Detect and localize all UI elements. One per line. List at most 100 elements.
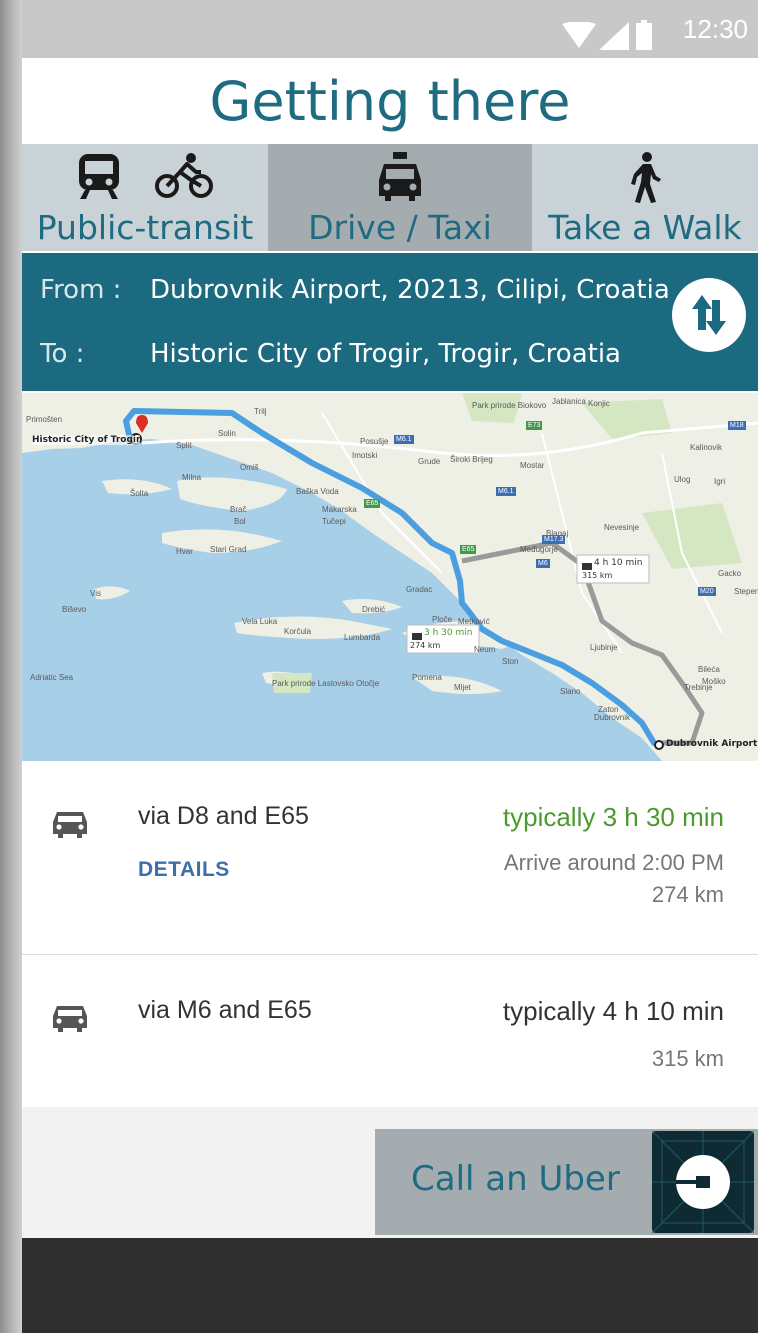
map-place-label: Ljubinje xyxy=(590,643,618,652)
map-place-label: Brač xyxy=(230,505,247,514)
walking-person-icon xyxy=(631,152,661,203)
map-place-label: Šolta xyxy=(130,489,149,498)
car-icon xyxy=(53,1006,87,1032)
map-road-label: E65 xyxy=(460,545,477,554)
map-place-label: Stari Grad xyxy=(210,545,247,554)
tab-drive-taxi-label: Drive / Taxi xyxy=(308,208,492,247)
route-1-details-link[interactable]: DETAILS xyxy=(138,858,230,882)
map-place-label: Gacko xyxy=(718,569,742,578)
map-place-label: Bol xyxy=(234,517,246,526)
map-place-label: Hvar xyxy=(176,547,193,556)
route-option-1[interactable]: via D8 and E65 DETAILS typically 3 h 30 … xyxy=(22,762,758,955)
map-route-1-distance: 274 km xyxy=(410,641,441,650)
route-1-duration: typically 3 h 30 min xyxy=(502,802,724,832)
map-road-label: M6 xyxy=(536,559,550,568)
map-place-label: Bileća xyxy=(698,665,720,674)
map-place-label: Gradac xyxy=(406,585,433,594)
map-place-label: Ston xyxy=(502,657,519,666)
to-location[interactable]: Historic City of Trogir, Trogir, Croatia xyxy=(150,339,621,369)
call-uber-label: Call an Uber xyxy=(411,1159,620,1199)
tab-take-a-walk-label: Take a Walk xyxy=(548,208,742,247)
map-place-label: Mljet xyxy=(454,683,471,692)
map-place-label: Milna xyxy=(182,473,202,482)
page-title: Getting there xyxy=(209,70,571,133)
map-place-label: Trilj xyxy=(254,407,267,416)
map-place-label: Omiš xyxy=(240,463,259,472)
tab-drive-taxi[interactable]: Drive / Taxi xyxy=(268,144,532,251)
map-place-label: Igri xyxy=(714,477,726,486)
from-location[interactable]: Dubrovnik Airport, 20213, Cilipi, Croati… xyxy=(150,275,670,305)
taxi-icon xyxy=(379,152,421,201)
map-place-label: Nevesinje xyxy=(604,523,640,532)
map-destination-label: Dubrovnik Airport xyxy=(666,739,758,749)
uber-logo-icon xyxy=(652,1131,754,1233)
map-place-label: Grude xyxy=(418,457,441,466)
phone-frame-edge xyxy=(0,0,22,1333)
swap-arrows-icon xyxy=(692,295,726,335)
map-place-label: Stepen xyxy=(734,587,758,596)
map-place-label: Široki Brijeg xyxy=(450,455,493,464)
map-place-label: Metković xyxy=(458,617,490,626)
map-place-label: Slano xyxy=(560,687,581,696)
map-place-label: Vela Luka xyxy=(242,617,278,626)
train-icon xyxy=(79,154,120,199)
phone-bottom-bezel xyxy=(22,1238,758,1333)
app-screen: 12:30 Getting there Public-transit Drive… xyxy=(22,0,758,1238)
route-endpoints-panel: From : Dubrovnik Airport, 20213, Cilipi,… xyxy=(22,253,758,391)
map-place-label: Park prirode Lastovsko Otočje xyxy=(272,679,380,688)
map-place-label: Biševo xyxy=(62,605,87,614)
footer-area: Call an Uber xyxy=(22,1107,758,1238)
map-place-label: Dubrovnik xyxy=(594,713,631,722)
map-place-label: Tučepi xyxy=(322,517,346,526)
call-uber-button[interactable]: Call an Uber xyxy=(375,1129,758,1235)
to-label: To : xyxy=(40,339,85,369)
map-place-label: Moško xyxy=(702,677,726,686)
map-place-label: Solin xyxy=(218,429,236,438)
map-place-label: Pomena xyxy=(412,673,442,682)
map-origin-label: Historic City of Trogir xyxy=(32,435,141,445)
signal-icon xyxy=(599,22,629,50)
map-place-label: Konjic xyxy=(588,399,610,408)
map-place-label: Split xyxy=(176,441,192,450)
map-place-label: Adriatic Sea xyxy=(30,673,74,682)
bicycle-icon xyxy=(154,153,213,198)
car-icon xyxy=(53,812,87,838)
map-place-label: Mostar xyxy=(520,461,545,470)
tab-public-transit[interactable]: Public-transit xyxy=(22,144,268,251)
route-1-arrival: Arrive around 2:00 PM xyxy=(503,850,724,875)
map-road-label: M18 xyxy=(728,421,746,430)
map-place-label: Korčula xyxy=(284,627,312,636)
swap-locations-button[interactable] xyxy=(672,278,746,352)
map-place-label: Makarska xyxy=(322,505,357,514)
battery-icon xyxy=(636,20,652,50)
route-map[interactable]: Historic City of Trogir Dubrovnik Airpor… xyxy=(22,393,758,761)
route-1-distance: 274 km xyxy=(651,882,724,907)
map-road-label: M6.1 xyxy=(496,487,516,496)
map-place-label: Jablanica xyxy=(552,397,586,406)
map-road-label: E73 xyxy=(526,421,543,430)
map-place-label: Drebić xyxy=(362,605,386,614)
route-1-via: via D8 and E65 xyxy=(138,802,309,830)
map-place-label: Ploče xyxy=(432,615,453,624)
map-place-label: Vis xyxy=(90,589,101,598)
map-place-label: Lumbarda xyxy=(344,633,381,642)
route-option-2[interactable]: via M6 and E65 typically 4 h 10 min 315 … xyxy=(22,956,758,1106)
status-time: 12:30 xyxy=(682,14,748,44)
destination-marker-icon xyxy=(654,740,664,750)
map-canvas xyxy=(22,393,758,761)
route-2-distance: 315 km xyxy=(651,1046,724,1071)
map-place-label: Posušje xyxy=(360,437,389,446)
map-place-label: Ulog xyxy=(674,475,691,484)
from-label: From : xyxy=(40,275,122,305)
transport-mode-tabs: Public-transit Drive / Taxi Take a Walk xyxy=(22,144,758,251)
map-place-label: Baška Voda xyxy=(296,487,339,496)
route-2-duration: typically 4 h 10 min xyxy=(502,996,724,1026)
map-route-1-time: 3 h 30 min xyxy=(424,628,473,638)
tab-public-transit-label: Public-transit xyxy=(36,208,254,247)
map-road-label: M6.1 xyxy=(394,435,414,444)
map-road-label: M20 xyxy=(698,587,716,596)
map-route-2-distance: 315 km xyxy=(582,571,613,580)
wifi-icon xyxy=(562,22,596,48)
tab-take-a-walk[interactable]: Take a Walk xyxy=(532,144,758,251)
map-place-label: Međugorje xyxy=(520,545,558,554)
